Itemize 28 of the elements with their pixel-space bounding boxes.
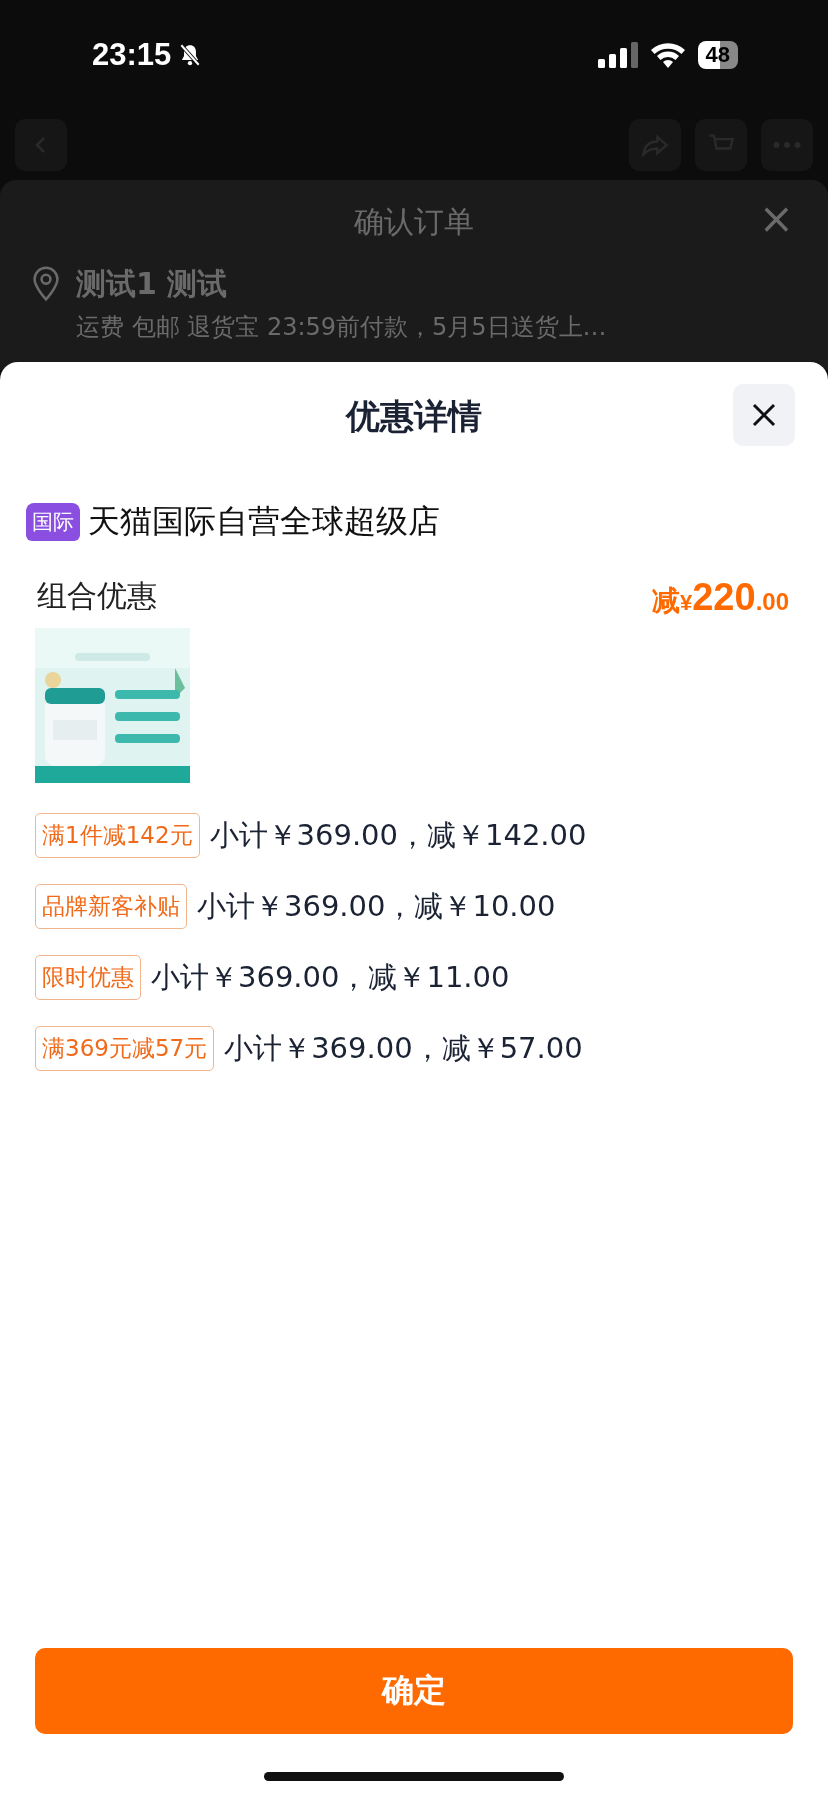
- discount-tag: 满1件减142元: [35, 813, 200, 858]
- close-button[interactable]: ×: [754, 198, 798, 240]
- location-pin-icon: [30, 264, 62, 302]
- discount-tag: 品牌新客补贴: [35, 884, 187, 929]
- discount-detail: 小计￥369.00，减￥57.00: [224, 1029, 583, 1067]
- close-button[interactable]: [733, 384, 795, 446]
- battery-level: 48: [697, 41, 738, 69]
- discount-detail: 小计￥369.00，减￥11.00: [151, 958, 510, 996]
- share-button[interactable]: [629, 119, 681, 171]
- status-time: 23:15: [92, 37, 172, 73]
- sheet-title: 确认订单: [354, 202, 474, 241]
- store-badge: 国际: [26, 503, 80, 541]
- group-label: 组合优惠: [37, 577, 157, 615]
- discount-tag: 限时优惠: [35, 955, 141, 1000]
- cart-button[interactable]: [695, 119, 747, 171]
- more-button[interactable]: [761, 119, 813, 171]
- address-name: 测试1 测试: [76, 265, 229, 303]
- wifi-icon: [649, 42, 686, 68]
- discount-detail: 小计￥369.00，减￥10.00: [197, 887, 556, 925]
- discount-tag: 满369元减57元: [35, 1026, 215, 1071]
- back-button[interactable]: [15, 119, 67, 171]
- address-detail: 运费 包邮 退货宝 23:59前付款，5月5日送货上…: [76, 312, 607, 343]
- store-name: 天猫国际自营全球超级店: [88, 501, 440, 542]
- discount-total: 减¥220.00: [651, 576, 789, 620]
- sheet-title: 优惠详情: [346, 395, 482, 438]
- confirm-button[interactable]: 确定: [35, 1648, 793, 1734]
- discount-detail: 小计￥369.00，减￥142.00: [209, 816, 587, 854]
- signal-icon: [597, 42, 638, 68]
